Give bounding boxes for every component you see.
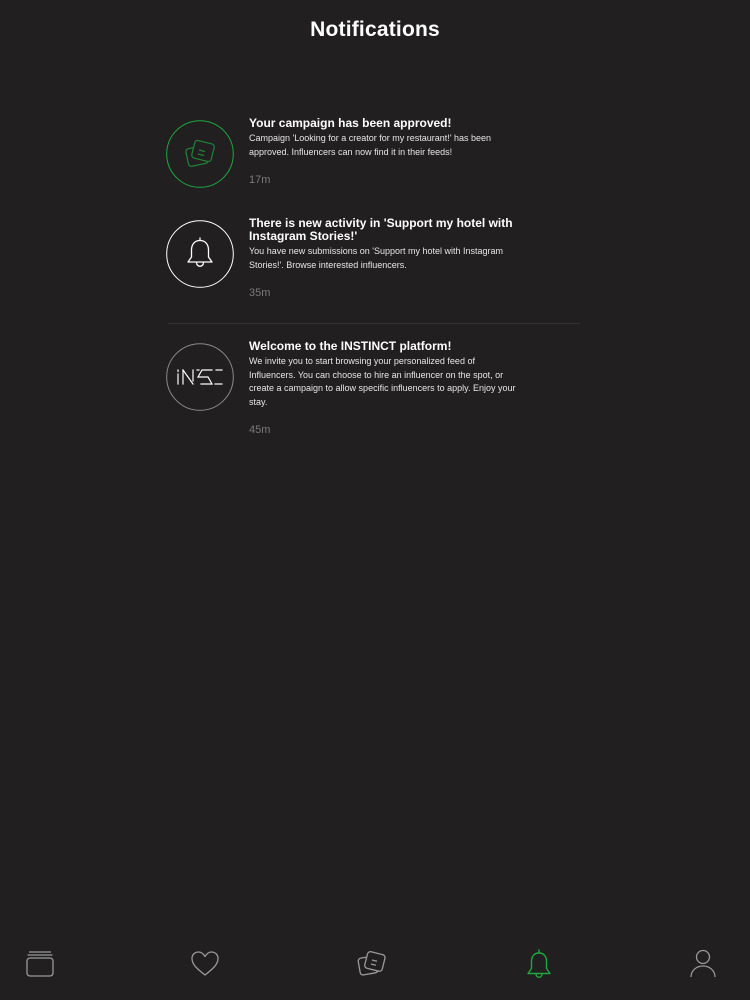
tab-profile[interactable]	[683, 944, 723, 984]
notifications-screen: Notifications Your campaign has been app…	[0, 0, 750, 1000]
page-title: Notifications	[310, 18, 440, 41]
tab-feed[interactable]	[20, 944, 60, 984]
notification-message: Campaign 'Looking for a creator for my r…	[249, 133, 492, 157]
notification-title: Welcome to the INSTINCT platform!	[249, 339, 452, 353]
notification-title: Your campaign has been approved!	[249, 116, 452, 130]
tab-campaigns[interactable]	[352, 944, 392, 984]
tab-bar	[0, 922, 750, 1000]
notification-message: You have new submissions on 'Support my …	[249, 246, 504, 270]
cards-icon	[25, 949, 55, 979]
ins-logo-icon	[166, 343, 234, 411]
notification-item[interactable]: Welcome to the INSTINCT platform! We inv…	[166, 338, 580, 448]
bell-icon	[166, 220, 234, 288]
divider	[168, 323, 580, 324]
notification-item[interactable]: Your campaign has been approved! Campaig…	[166, 115, 580, 215]
notification-title: There is new activity in 'Support my hot…	[249, 216, 513, 243]
user-icon	[688, 948, 718, 980]
campaign-icon	[356, 949, 388, 979]
notification-time: 17m	[249, 174, 271, 186]
notification-time: 45m	[249, 424, 271, 436]
heart-icon	[190, 949, 220, 979]
campaign-icon	[166, 120, 234, 188]
tab-favorites[interactable]	[185, 944, 225, 984]
notification-list: Your campaign has been approved! Campaig…	[166, 115, 580, 448]
tab-notifications[interactable]	[519, 944, 559, 984]
notification-item[interactable]: There is new activity in 'Support my hot…	[166, 215, 580, 323]
notification-time: 35m	[249, 287, 271, 299]
notification-message: We invite you to start browsing your per…	[249, 356, 516, 407]
bell-icon	[524, 948, 554, 980]
